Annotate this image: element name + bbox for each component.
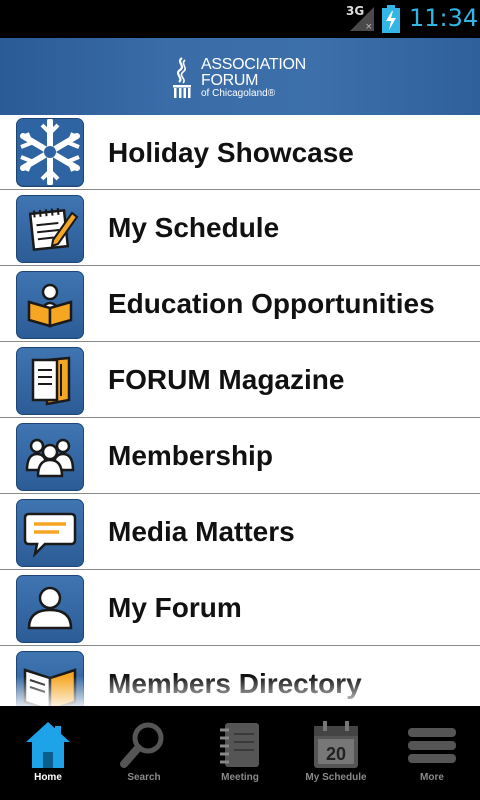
magazine-icon xyxy=(16,347,84,415)
tab-label: More xyxy=(420,772,444,783)
menu-item-label: Media Matters xyxy=(108,516,295,547)
tab-label: Meeting xyxy=(221,772,259,783)
menu-item-label: Membership xyxy=(108,440,273,471)
open-book-icon xyxy=(16,651,84,706)
logo-text-association: ASSOCIATION xyxy=(201,56,306,73)
menu-item-membership[interactable]: Membership xyxy=(0,418,480,494)
menu-item-holiday-showcase[interactable]: Holiday Showcase xyxy=(0,115,480,190)
forum-logo-mark-icon xyxy=(173,57,191,98)
app-header: ASSOCIATION FORUM of Chicagoland® xyxy=(0,38,480,115)
menu-item-label: My Schedule xyxy=(108,212,280,243)
signal-icon: × xyxy=(350,7,374,31)
reader-book-icon xyxy=(16,271,84,339)
menu-item-label: Members Directory xyxy=(108,668,362,699)
group-people-icon xyxy=(16,423,84,491)
menu-item-my-forum[interactable]: My Forum xyxy=(0,570,480,646)
menu-item-my-schedule[interactable]: My Schedule xyxy=(0,190,480,266)
speech-bubble-icon xyxy=(16,499,84,567)
menu-item-media-matters[interactable]: Media Matters xyxy=(0,494,480,570)
tab-meeting[interactable]: Meeting xyxy=(192,706,288,800)
status-clock: 11:34 xyxy=(409,4,479,32)
menu-item-label: Education Opportunities xyxy=(108,288,435,319)
main-menu-list[interactable]: Holiday Showcase My Schedule Education O… xyxy=(0,115,480,706)
calendar-icon: 20 xyxy=(314,721,358,768)
tab-search[interactable]: Search xyxy=(96,706,192,800)
tab-label: Home xyxy=(34,772,62,783)
bottom-tab-bar: Home Search Meeting 20 My Schedule More xyxy=(0,706,480,800)
menu-item-label: My Forum xyxy=(108,592,242,623)
tab-home[interactable]: Home xyxy=(0,706,96,800)
tab-my-schedule[interactable]: 20 My Schedule xyxy=(288,706,384,800)
menu-item-forum-magazine[interactable]: FORUM Magazine xyxy=(0,342,480,418)
tab-label: My Schedule xyxy=(305,772,367,783)
menu-item-education-opportunities[interactable]: Education Opportunities xyxy=(0,266,480,342)
menu-item-label: FORUM Magazine xyxy=(108,364,345,395)
battery-charging-icon xyxy=(382,5,400,33)
snowflake-icon xyxy=(16,118,84,187)
tab-label: Search xyxy=(127,772,161,783)
user-profile-icon xyxy=(16,575,84,643)
calendar-day-text: 20 xyxy=(326,744,346,764)
search-icon xyxy=(120,722,164,768)
status-bar: 3G × 11:34 xyxy=(0,0,480,38)
association-forum-logo: ASSOCIATION FORUM of Chicagoland® xyxy=(170,54,320,102)
menu-item-members-directory[interactable]: Members Directory xyxy=(0,646,480,706)
svg-text:×: × xyxy=(365,22,373,31)
home-icon xyxy=(26,722,70,768)
more-menu-icon xyxy=(408,728,456,763)
notebook-icon xyxy=(220,723,259,767)
tab-more[interactable]: More xyxy=(384,706,480,800)
notepad-pencil-icon xyxy=(16,195,84,263)
menu-item-label: Holiday Showcase xyxy=(108,137,354,168)
logo-text-chicagoland: of Chicagoland® xyxy=(201,88,276,99)
logo-text-forum: FORUM xyxy=(201,72,259,89)
